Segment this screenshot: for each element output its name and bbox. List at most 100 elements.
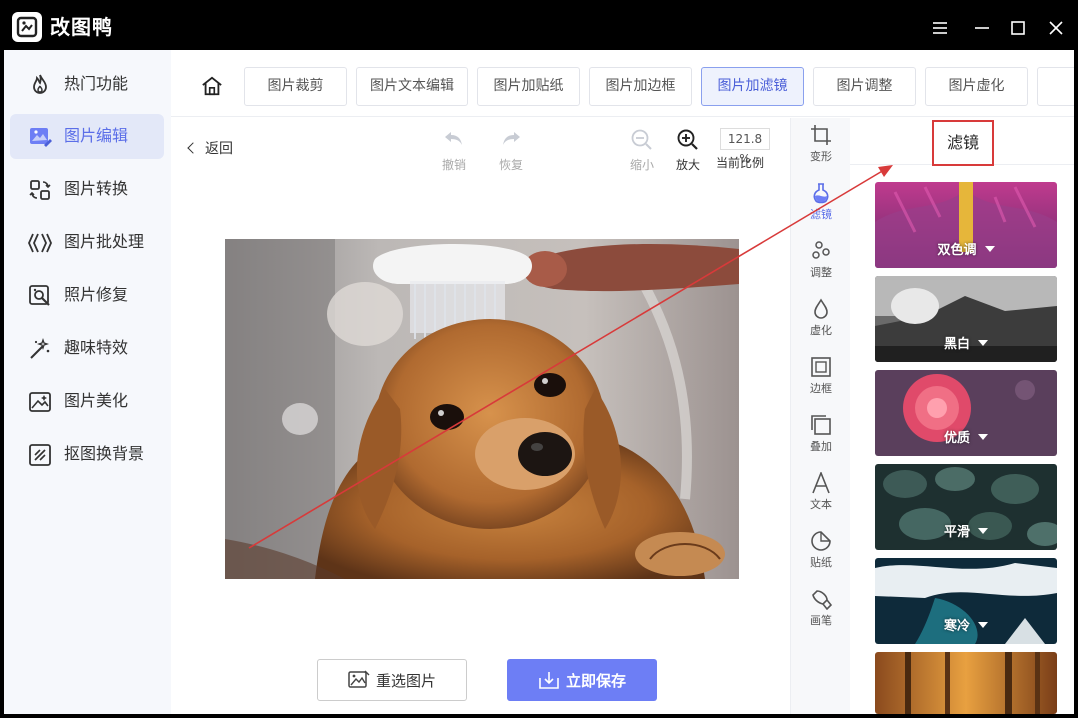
- filter-card-warm[interactable]: [875, 652, 1057, 714]
- repair-icon: [29, 285, 50, 306]
- tool-label: 画笔: [810, 614, 832, 627]
- sidebar-item-beautify[interactable]: 图片美化: [10, 379, 164, 424]
- tab-more[interactable]: [1037, 67, 1074, 106]
- tab-blur[interactable]: 图片虚化: [925, 67, 1028, 106]
- close-button[interactable]: [1044, 16, 1068, 40]
- tool-adjust[interactable]: 调整: [791, 240, 851, 280]
- image-edit-icon: [30, 128, 52, 147]
- sidebar-item-batch[interactable]: 图片批处理: [10, 220, 164, 265]
- menu-icon: [933, 22, 947, 34]
- sidebar-item-label: 趣味特效: [64, 338, 129, 357]
- sidebar-item-cutout[interactable]: 抠图换背景: [10, 432, 164, 477]
- tool-brush[interactable]: 画笔: [791, 588, 851, 628]
- download-icon: [539, 672, 559, 689]
- tool-label: 叠加: [810, 440, 832, 453]
- duck-logo-icon: [16, 16, 38, 38]
- tool-text[interactable]: 文本: [791, 472, 851, 512]
- filter-card-duotone[interactable]: 双色调: [875, 182, 1057, 268]
- text-icon: [812, 472, 830, 494]
- tab-filter[interactable]: 图片加滤镜: [701, 67, 804, 106]
- sidebar-item-image-edit[interactable]: 图片编辑: [10, 114, 164, 159]
- tool-blur[interactable]: 虚化: [791, 298, 851, 338]
- filter-card-label: 寒冷: [875, 615, 1057, 634]
- app-logo: [12, 12, 42, 42]
- filter-card-label: 黑白: [875, 333, 1057, 352]
- reselect-image-button[interactable]: 重选图片: [317, 659, 467, 701]
- zoom-value[interactable]: 121.8 %: [720, 128, 770, 166]
- sidebar-item-repair[interactable]: 照片修复: [10, 273, 164, 318]
- reselect-label: 重选图片: [375, 671, 436, 690]
- redo-label: 恢复: [498, 158, 523, 172]
- filter-panel-title: 滤镜: [932, 120, 994, 166]
- sidebar-item-convert[interactable]: 图片转换: [10, 167, 164, 212]
- filter-card-cold[interactable]: 寒冷: [875, 558, 1057, 644]
- undo-icon: [445, 132, 462, 145]
- home-icon[interactable]: [201, 75, 223, 97]
- minimize-icon: [975, 27, 989, 29]
- redo-icon: [503, 132, 520, 145]
- app-window: 改图鸭 热门功能 图片编辑 图片转换 图片批处理 照片修复 趣味特效 图片美化 …: [0, 0, 1078, 718]
- save-label: 立即保存: [565, 671, 626, 690]
- back-button[interactable]: 返回: [187, 140, 233, 158]
- tool-transform[interactable]: 变形: [791, 124, 851, 164]
- sidebar-item-hot[interactable]: 热门功能: [10, 62, 164, 107]
- sticker-icon: [811, 531, 831, 551]
- filter-card-label: 优质: [875, 427, 1057, 446]
- filter-card-premium[interactable]: 优质: [875, 370, 1057, 456]
- tool-border[interactable]: 边框: [791, 356, 851, 396]
- image-icon: [348, 670, 370, 688]
- title-bar: 改图鸭: [4, 4, 1074, 50]
- filter-panel-header: 滤镜: [850, 118, 1074, 166]
- warm-thumbnail-image: [875, 652, 1057, 714]
- zoom-in-button[interactable]: 放大: [668, 128, 708, 173]
- zoom-ratio-label: 当前比例: [716, 156, 765, 170]
- edited-photo[interactable]: [225, 239, 739, 579]
- back-label: 返回: [205, 141, 233, 157]
- redo-button[interactable]: 恢复: [491, 128, 531, 173]
- tool-overlay[interactable]: 叠加: [791, 414, 851, 454]
- border-icon: [811, 357, 831, 377]
- adjust-icon: [812, 241, 830, 259]
- sidebar: 热门功能 图片编辑 图片转换 图片批处理 照片修复 趣味特效 图片美化 抠图换背…: [4, 50, 171, 714]
- maximize-button[interactable]: [1006, 16, 1030, 40]
- save-now-button[interactable]: 立即保存: [507, 659, 657, 701]
- tool-filter[interactable]: 滤镜: [791, 182, 851, 222]
- zoom-in-icon: [677, 129, 698, 150]
- filter-card-black-white[interactable]: 黑白: [875, 276, 1057, 362]
- app-title: 改图鸭: [50, 15, 113, 39]
- filter-card-smooth[interactable]: 平滑: [875, 464, 1057, 550]
- zoom-in-label: 放大: [675, 158, 700, 172]
- tool-label: 虚化: [810, 324, 832, 337]
- filter-panel: 滤镜 双色调 黑白 优质 平滑 寒冷: [850, 118, 1074, 714]
- zoom-out-button[interactable]: 缩小: [622, 128, 662, 173]
- tool-label: 滤镜: [810, 208, 832, 221]
- tab-crop[interactable]: 图片裁剪: [244, 67, 347, 106]
- overlay-icon: [811, 415, 831, 435]
- tab-text-edit[interactable]: 图片文本编辑: [356, 67, 468, 106]
- cutout-icon: [29, 444, 51, 466]
- filter-card-label: 双色调: [875, 239, 1057, 258]
- magic-icon: [30, 337, 50, 359]
- sidebar-item-label: 热门功能: [64, 74, 129, 93]
- filter-icon: [813, 183, 829, 204]
- zoom-out-icon: [631, 129, 652, 150]
- sidebar-item-label: 图片批处理: [64, 232, 145, 251]
- tab-sticker[interactable]: 图片加贴纸: [477, 67, 580, 106]
- tool-strip: 变形 滤镜 调整 虚化 边框 叠加 文本 贴纸 画笔: [790, 118, 850, 714]
- tool-sticker[interactable]: 贴纸: [791, 530, 851, 570]
- caret-down-icon: [984, 246, 995, 252]
- tab-adjust[interactable]: 图片调整: [813, 67, 916, 106]
- blur-icon: [814, 298, 828, 319]
- sidebar-item-magic[interactable]: 趣味特效: [10, 326, 164, 371]
- brush-icon: [812, 590, 832, 610]
- undo-button[interactable]: 撤销: [434, 128, 474, 173]
- editor-canvas: 返回 撤销 恢复 缩小 放大 121.8 % 当前比例 重选图片 立即保存: [171, 118, 790, 714]
- transform-icon: [811, 125, 831, 145]
- zoom-out-label: 缩小: [629, 158, 654, 172]
- sidebar-item-label: 图片美化: [64, 391, 129, 410]
- minimize-button[interactable]: [970, 16, 994, 40]
- tab-border[interactable]: 图片加边框: [589, 67, 692, 106]
- dog-photo-image: [225, 239, 739, 579]
- beautify-icon: [29, 392, 51, 412]
- menu-button[interactable]: [928, 16, 952, 40]
